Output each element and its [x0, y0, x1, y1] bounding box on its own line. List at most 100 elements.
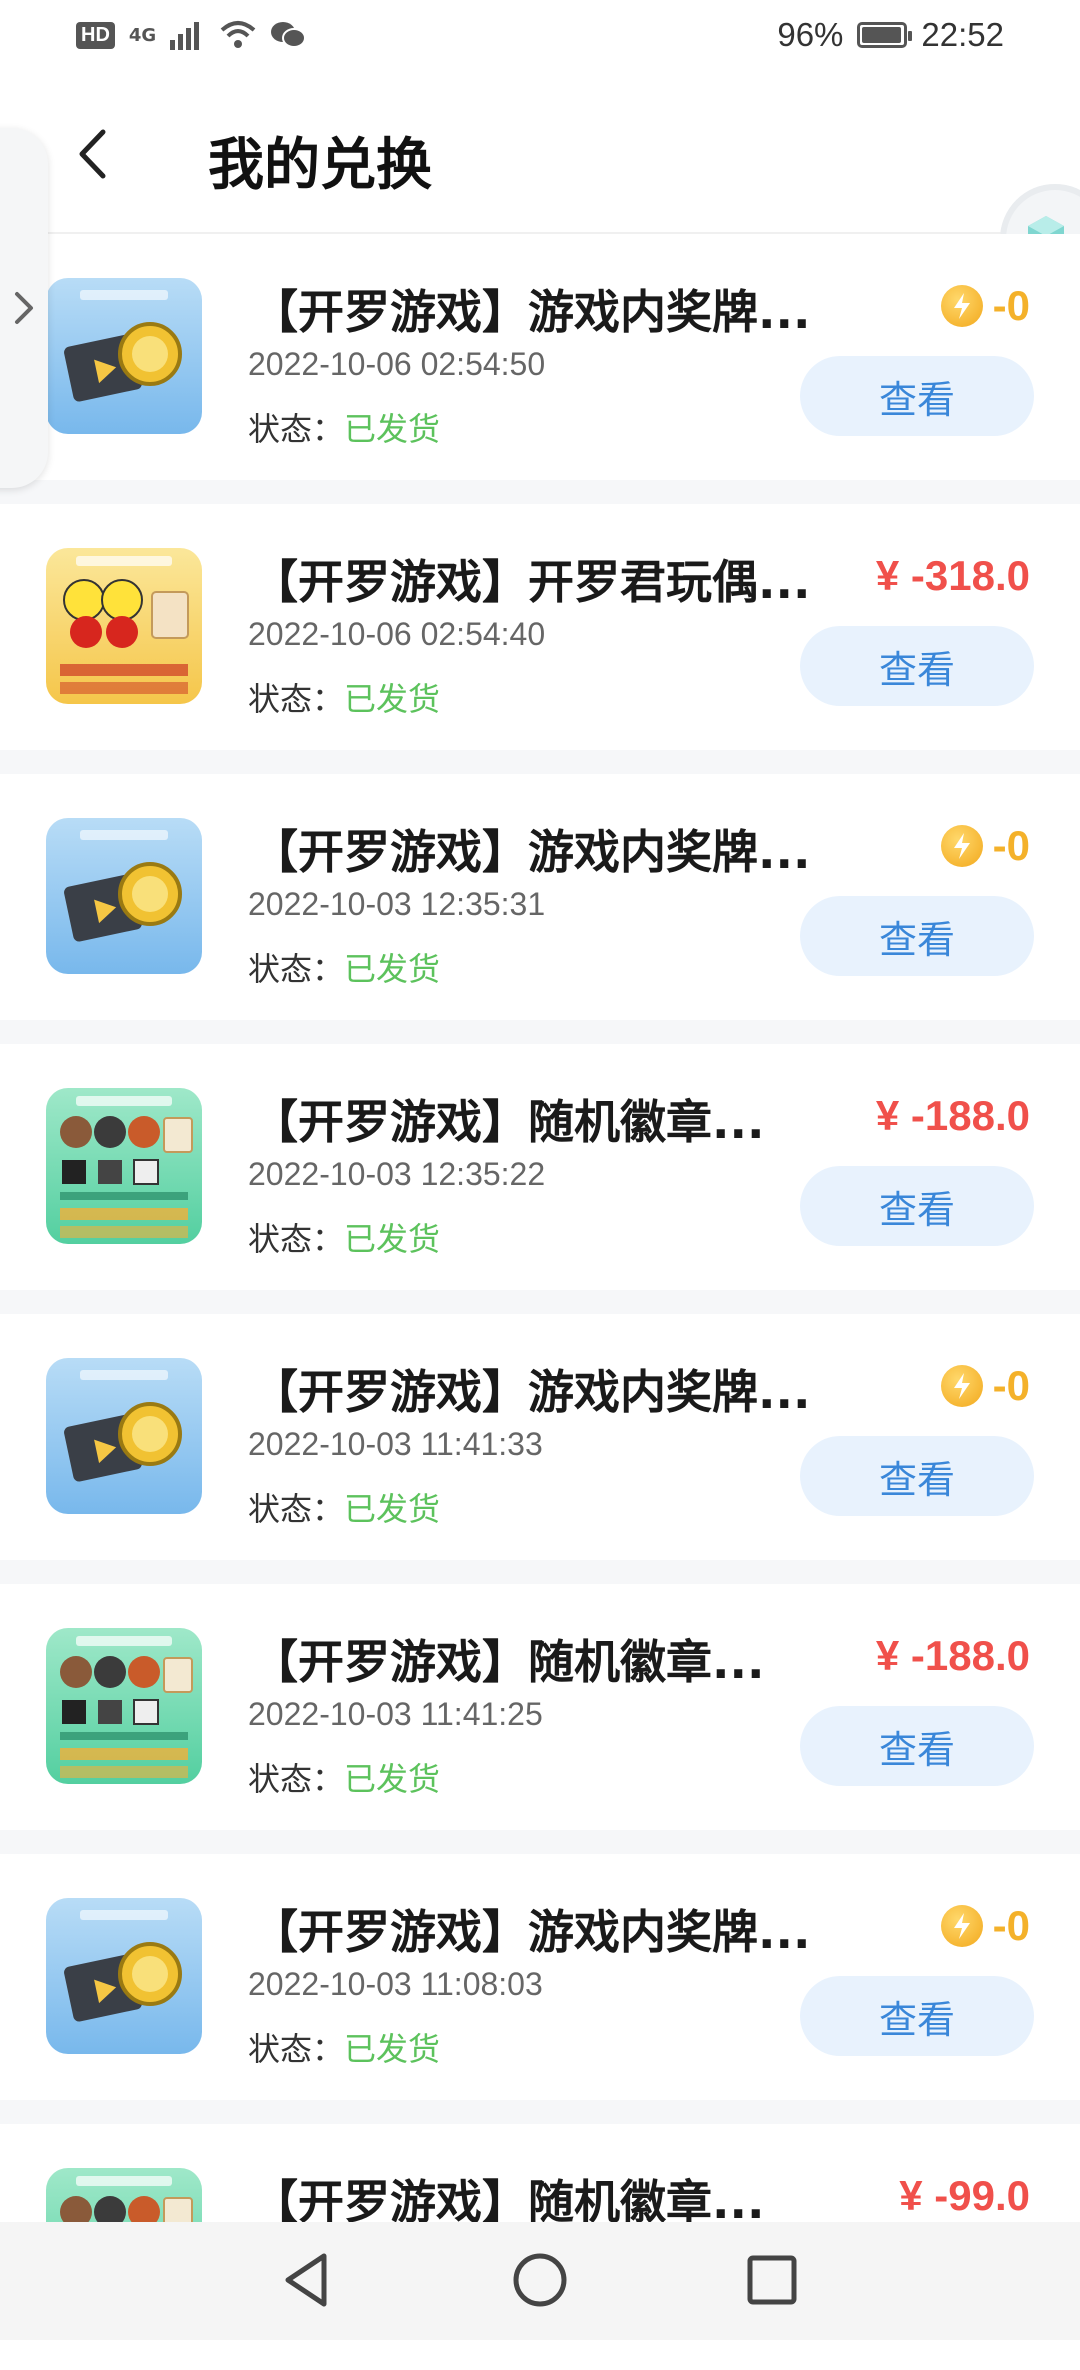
status-value: 已发货	[344, 680, 441, 718]
item-price: ¥ -188.0	[876, 1092, 1030, 1140]
battery-percent: 96%	[777, 16, 844, 53]
exchange-list: 【开罗游戏】游戏内奖牌... 2022-10-06 02:54:50 状态：已发…	[0, 234, 1080, 2370]
list-item[interactable]: 【开罗游戏】游戏内奖牌... 2022-10-03 12:35:31 状态：已发…	[0, 774, 1080, 1020]
price-value: ¥ -318.0	[875, 552, 1030, 599]
status-label: 状态：	[248, 950, 345, 988]
view-button[interactable]: 查看	[800, 626, 1034, 706]
status-label: 状态：	[248, 1760, 345, 1798]
side-drawer-handle[interactable]	[0, 128, 48, 488]
view-button[interactable]: 查看	[800, 896, 1034, 976]
view-button[interactable]: 查看	[800, 1166, 1034, 1246]
status-value: 已发货	[344, 410, 441, 448]
nav-recents-icon[interactable]	[740, 2248, 804, 2312]
item-title: 【开罗游戏】开罗君玩偶...	[252, 555, 811, 609]
status-label: 状态：	[248, 680, 345, 718]
chevron-right-icon	[15, 292, 33, 324]
item-price: -0	[940, 1902, 1030, 1950]
signal-icon	[170, 22, 200, 50]
list-item[interactable]: 【开罗游戏】随机徽章... 2022-10-03 11:41:25 状态：已发货…	[0, 1584, 1080, 1830]
list-item[interactable]: 【开罗游戏】游戏内奖牌... 2022-10-03 11:41:33 状态：已发…	[0, 1314, 1080, 1560]
item-status: 状态：已发货	[248, 1754, 440, 1800]
nav-back-icon[interactable]	[276, 2248, 340, 2312]
product-thumbnail	[46, 1088, 202, 1244]
price-value: -0	[992, 282, 1030, 329]
item-date: 2022-10-06 02:54:50	[248, 346, 546, 382]
coin-icon	[940, 285, 983, 327]
item-title: 【开罗游戏】游戏内奖牌...	[252, 285, 811, 339]
status-label: 状态：	[248, 1490, 345, 1528]
list-item[interactable]: 【开罗游戏】游戏内奖牌... 2022-10-06 02:54:50 状态：已发…	[0, 234, 1080, 480]
item-date: 2022-10-06 02:54:40	[248, 616, 546, 652]
status-value: 已发货	[344, 1220, 441, 1258]
product-thumbnail	[46, 278, 202, 434]
item-date: 2022-10-03 11:41:33	[248, 1426, 543, 1462]
coin-icon	[940, 1905, 983, 1947]
item-date: 2022-10-03 11:08:03	[248, 1966, 543, 2002]
price-value: -0	[992, 1902, 1030, 1949]
item-title: 【开罗游戏】随机徽章...	[252, 1635, 765, 1689]
back-button[interactable]	[70, 124, 114, 184]
item-price: -0	[940, 822, 1030, 870]
product-thumbnail	[46, 1358, 202, 1514]
wechat-icon	[271, 22, 307, 48]
view-button[interactable]: 查看	[800, 1976, 1034, 2056]
price-value: -0	[992, 1362, 1030, 1409]
product-thumbnail	[46, 1628, 202, 1784]
price-value: ¥ -99.0	[899, 2172, 1030, 2219]
price-value: -0	[992, 822, 1030, 869]
status-right: 96% 22:52	[777, 16, 1004, 54]
status-bar: HD 4G 96% 22:52	[0, 0, 1080, 72]
item-price: ¥ -99.0	[899, 2172, 1030, 2220]
item-status: 状态：已发货	[248, 1484, 440, 1530]
list-item[interactable]: 【开罗游戏】随机徽章... 2022-10-03 12:35:22 状态：已发货…	[0, 1044, 1080, 1290]
product-thumbnail	[46, 818, 202, 974]
status-label: 状态：	[248, 410, 345, 448]
row-divider	[0, 750, 1080, 774]
status-left: HD 4G	[76, 20, 307, 50]
item-date: 2022-10-03 12:35:22	[248, 1156, 546, 1192]
price-value: ¥ -188.0	[875, 1092, 1030, 1139]
row-divider	[0, 480, 1080, 504]
item-status: 状态：已发货	[248, 404, 440, 450]
product-thumbnail	[46, 548, 202, 704]
item-title: 【开罗游戏】游戏内奖牌...	[252, 1905, 811, 1959]
back-icon	[79, 129, 106, 179]
view-button[interactable]: 查看	[800, 1706, 1034, 1786]
battery-icon	[857, 22, 913, 48]
item-date: 2022-10-03 11:41:25	[248, 1696, 543, 1732]
row-divider	[0, 1020, 1080, 1044]
list-item[interactable]: 【开罗游戏】开罗君玩偶... 2022-10-06 02:54:40 状态：已发…	[0, 504, 1080, 750]
page-title: 我的兑换	[208, 133, 432, 198]
coin-icon	[940, 1365, 983, 1407]
hd-badge: HD	[76, 21, 115, 49]
header: 我的兑换	[0, 72, 1080, 294]
view-button[interactable]: 查看	[800, 356, 1034, 436]
price-value: ¥ -188.0	[875, 1632, 1030, 1679]
coin-icon	[940, 825, 983, 867]
system-nav-bar	[0, 2222, 1080, 2340]
clock: 22:52	[921, 16, 1004, 53]
nav-home-icon[interactable]	[508, 2248, 572, 2312]
network-label: 4G	[128, 24, 157, 46]
item-title: 【开罗游戏】随机徽章...	[252, 1095, 765, 1149]
item-title: 【开罗游戏】游戏内奖牌...	[252, 825, 811, 879]
view-button[interactable]: 查看	[800, 1436, 1034, 1516]
item-status: 状态：已发货	[248, 1214, 440, 1260]
item-price: -0	[940, 1362, 1030, 1410]
item-price: -0	[940, 282, 1030, 330]
item-title: 【开罗游戏】游戏内奖牌...	[252, 1365, 811, 1419]
row-divider	[0, 1290, 1080, 1314]
item-status: 状态：已发货	[248, 674, 440, 720]
list-item[interactable]: 【开罗游戏】游戏内奖牌... 2022-10-03 11:08:03 状态：已发…	[0, 1854, 1080, 2100]
item-date: 2022-10-03 12:35:31	[248, 886, 546, 922]
row-divider	[0, 1560, 1080, 1584]
product-thumbnail	[46, 1898, 202, 2054]
item-price: ¥ -188.0	[876, 1632, 1030, 1680]
item-price: ¥ -318.0	[876, 552, 1030, 600]
item-status: 状态：已发货	[248, 2024, 440, 2070]
row-divider	[0, 1830, 1080, 1854]
status-value: 已发货	[344, 1490, 441, 1528]
status-value: 已发货	[344, 950, 441, 988]
status-value: 已发货	[344, 2030, 441, 2068]
status-label: 状态：	[248, 2030, 345, 2068]
